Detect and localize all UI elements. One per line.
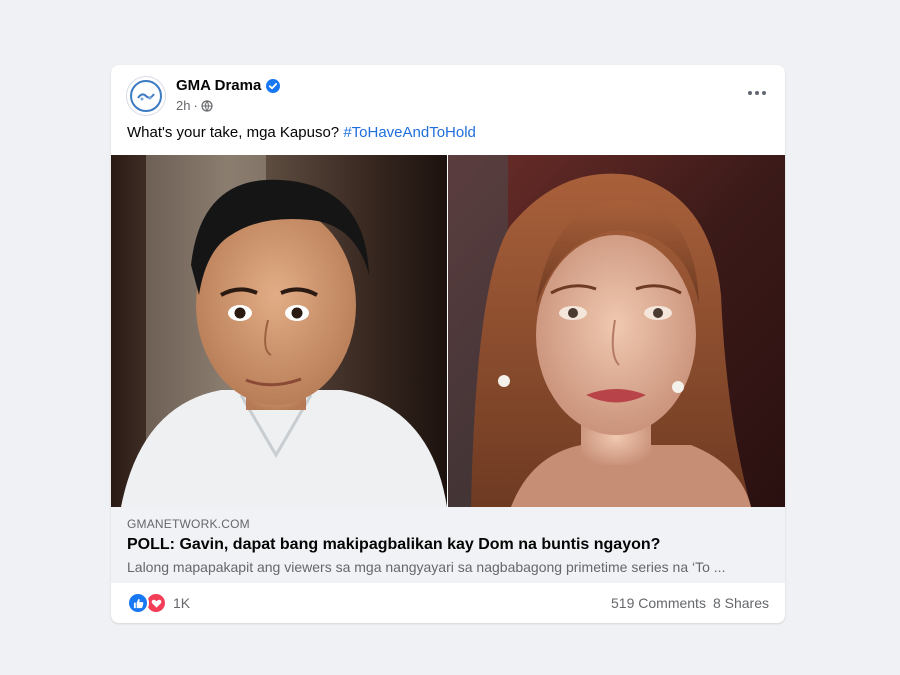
more-options-icon[interactable] bbox=[743, 83, 771, 103]
link-domain: GMANETWORK.COM bbox=[127, 517, 250, 531]
reactions-bar: 1K 519 Comments 8 Shares bbox=[111, 583, 785, 623]
post-image[interactable] bbox=[111, 155, 785, 507]
like-icon bbox=[127, 592, 149, 614]
gma-drama-logo bbox=[130, 80, 162, 112]
globe-icon bbox=[201, 99, 213, 112]
reaction-icons[interactable] bbox=[127, 592, 167, 614]
comments-count[interactable]: 519 Comments bbox=[611, 595, 706, 611]
post-meta: 2h · bbox=[176, 98, 213, 113]
link-preview[interactable]: GMANETWORK.COM POLL: Gavin, dapat bang m… bbox=[111, 507, 785, 583]
meta-separator: · bbox=[193, 98, 198, 113]
engagement-stats: 519 Comments 8 Shares bbox=[611, 595, 769, 611]
page-name-row: GMA Drama bbox=[176, 77, 281, 94]
link-title[interactable]: POLL: Gavin, dapat bang makipagbalikan k… bbox=[127, 536, 660, 554]
link-description: Lalong mapapakapit ang viewers sa mga na… bbox=[127, 559, 726, 575]
more-dot bbox=[755, 91, 759, 95]
post-card: GMA Drama 2h · What's your take, mga Kap… bbox=[111, 65, 785, 623]
more-dot bbox=[748, 91, 752, 95]
shares-count[interactable]: 8 Shares bbox=[713, 595, 769, 611]
hashtag-link[interactable]: #ToHaveAndToHold bbox=[343, 124, 476, 141]
more-dot bbox=[762, 91, 766, 95]
page-name[interactable]: GMA Drama bbox=[176, 77, 261, 94]
reaction-count[interactable]: 1K bbox=[173, 595, 190, 611]
post-text: What's your take, mga Kapuso? #ToHaveAnd… bbox=[127, 124, 476, 141]
post-header: GMA Drama 2h · bbox=[111, 65, 785, 121]
page-avatar[interactable] bbox=[126, 76, 166, 116]
verified-badge-icon bbox=[266, 78, 281, 93]
post-photo-collage bbox=[111, 155, 785, 507]
post-timestamp[interactable]: 2h bbox=[176, 98, 190, 113]
post-caption: What's your take, mga Kapuso? bbox=[127, 124, 344, 141]
